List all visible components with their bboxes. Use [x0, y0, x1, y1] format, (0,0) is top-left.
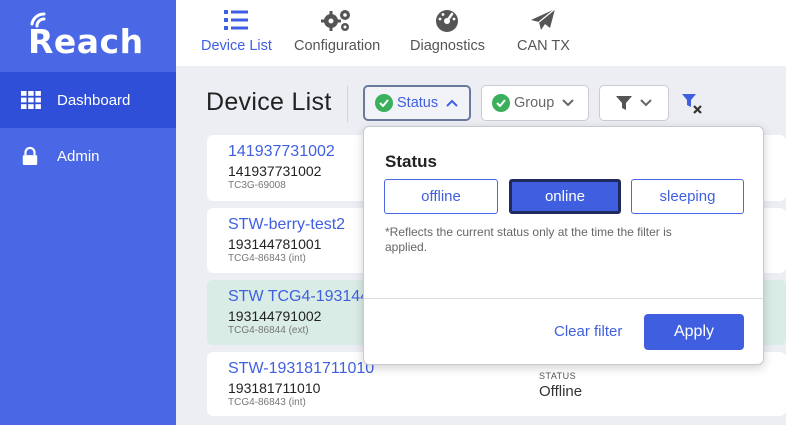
check-circle-icon — [492, 94, 510, 112]
status-value: Offline — [539, 383, 583, 400]
group-filter-button[interactable]: Group — [481, 85, 589, 121]
device-serial: 193181711010 — [228, 380, 321, 396]
device-model: TCG4-86844 (ext) — [228, 325, 309, 336]
list-icon — [224, 10, 249, 30]
tab-label: CAN TX — [517, 38, 570, 54]
device-model: TC3G-69008 — [228, 180, 286, 191]
device-model: TCG4-86843 (int) — [228, 253, 306, 264]
more-filters-button[interactable] — [599, 85, 669, 121]
device-serial: 193144781001 — [228, 236, 322, 252]
popover-divider — [364, 298, 763, 299]
status-option-online[interactable]: online — [509, 179, 621, 214]
device-name-link[interactable]: STW TCG4-193144 — [228, 288, 369, 306]
lock-icon — [22, 146, 38, 165]
status-option-sleeping[interactable]: sleeping — [631, 179, 744, 214]
chevron-up-icon — [446, 99, 458, 107]
tab-diagnostics[interactable]: Diagnostics — [410, 8, 485, 54]
header-divider — [347, 86, 348, 122]
tab-device-list[interactable]: Device List — [201, 8, 272, 54]
status-filter-note: *Reflects the current status only at the… — [385, 225, 672, 254]
paper-plane-icon — [531, 8, 556, 30]
device-name-link[interactable]: STW-berry-test2 — [228, 216, 345, 234]
tab-label: Device List — [201, 38, 272, 54]
device-name-link[interactable]: STW-193181711010 — [228, 360, 374, 378]
check-circle-icon — [375, 94, 393, 112]
status-filter-popover: Status offline online sleeping *Reflects… — [363, 126, 764, 365]
clear-filter-link[interactable]: Clear filter — [554, 323, 622, 340]
sidebar-item-admin[interactable]: Admin — [0, 128, 176, 184]
clear-filters-icon[interactable] — [682, 94, 704, 114]
reach-logo[interactable]: Reach — [26, 12, 150, 61]
status-column-label: STATUS — [539, 371, 577, 381]
chevron-down-icon — [640, 99, 652, 107]
sidebar-item-label: Admin — [57, 147, 100, 165]
tab-label: Configuration — [294, 38, 381, 54]
tab-can-tx[interactable]: CAN TX — [517, 8, 570, 54]
gears-icon — [321, 10, 351, 31]
top-toolbar: Device List Configuration Diagnostics CA… — [176, 0, 786, 66]
sidebar-item-dashboard[interactable]: Dashboard — [0, 72, 176, 128]
device-name-link[interactable]: 141937731002 — [228, 143, 335, 161]
grid-icon — [21, 91, 41, 109]
device-serial: 141937731002 — [228, 163, 322, 179]
chevron-down-icon — [562, 99, 575, 107]
filter-funnel-icon — [616, 96, 632, 110]
status-filter-label: Status — [397, 95, 439, 111]
logo-text: Reach — [28, 22, 144, 61]
status-filter-button[interactable]: Status — [363, 85, 471, 121]
device-serial: 193144791002 — [228, 308, 322, 324]
status-option-offline[interactable]: offline — [384, 179, 498, 214]
popover-title: Status — [385, 152, 437, 171]
page-title: Device List — [206, 88, 332, 116]
sidebar: Reach Dashboard Admin — [0, 0, 176, 425]
group-filter-label: Group — [514, 95, 555, 111]
sidebar-item-label: Dashboard — [57, 91, 131, 109]
apply-button[interactable]: Apply — [644, 314, 744, 350]
tab-label: Diagnostics — [410, 38, 485, 54]
device-model: TCG4-86843 (int) — [228, 397, 306, 408]
gauge-icon — [436, 10, 459, 32]
tab-configuration[interactable]: Configuration — [294, 8, 380, 54]
